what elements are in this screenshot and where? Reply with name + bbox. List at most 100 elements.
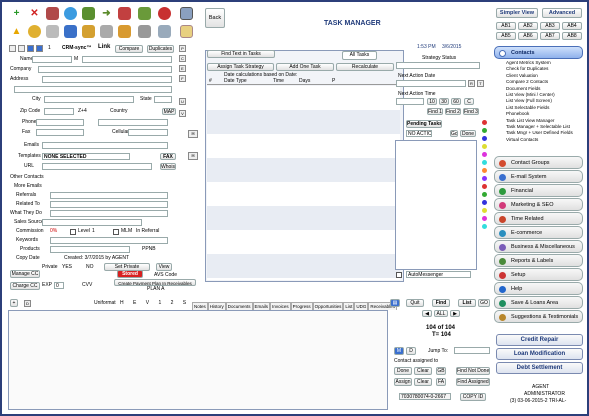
recalculate-button[interactable]: Recalculate xyxy=(336,63,394,71)
sidebar-contact-groups[interactable]: Contact Groups xyxy=(494,156,583,169)
zip-input[interactable] xyxy=(44,108,74,115)
level-checkbox[interactable] xyxy=(70,229,76,235)
nav-dot-i[interactable] xyxy=(482,184,487,189)
nav-dot-e[interactable] xyxy=(482,152,487,157)
m-button[interactable]: M xyxy=(394,347,404,355)
cubes-icon[interactable] xyxy=(118,7,131,20)
find-assigned-button[interactable]: Find Assigned xyxy=(456,378,490,386)
ab5-button[interactable]: AB5 xyxy=(496,32,516,40)
fax-button[interactable]: FAX xyxy=(160,153,176,160)
sidebar-financial[interactable]: Financial xyxy=(494,184,583,197)
sidebar-marketing[interactable]: Marketing & SEO xyxy=(494,198,583,211)
globe-icon[interactable] xyxy=(64,7,77,20)
save-icon[interactable] xyxy=(46,25,59,38)
nav-dot-c[interactable] xyxy=(482,136,487,141)
clear-2-button[interactable]: Clear xyxy=(414,378,432,386)
side-letter-p[interactable]: P xyxy=(179,45,186,52)
puzzle-icon[interactable] xyxy=(82,7,95,20)
document-icon[interactable] xyxy=(100,25,113,38)
settings-icon[interactable] xyxy=(138,25,151,38)
nav-dot-j[interactable] xyxy=(482,192,487,197)
task-table-body[interactable] xyxy=(207,86,400,280)
ab2-button[interactable]: AB2 xyxy=(518,22,538,30)
all-button[interactable]: ALL xyxy=(434,310,448,317)
link-label[interactable]: Link xyxy=(98,44,110,51)
nav-dot-n[interactable] xyxy=(482,224,487,229)
yes-label[interactable]: YES xyxy=(62,264,72,271)
d-button[interactable]: D xyxy=(406,347,416,355)
step-60-button[interactable]: 60 xyxy=(451,98,461,105)
company-input[interactable] xyxy=(38,66,172,73)
sidebar-business[interactable]: Business & Miscellaneous xyxy=(494,240,583,253)
cellular-input[interactable] xyxy=(128,129,168,136)
sidebar-help[interactable]: Help xyxy=(494,282,583,295)
tab-opportunities[interactable]: Opportunities xyxy=(312,302,344,310)
side-letter-f[interactable]: F xyxy=(179,75,186,82)
nav-dot-g[interactable] xyxy=(482,168,487,173)
sidebar-reports[interactable]: Reports & Labels xyxy=(494,254,583,267)
clear-button[interactable]: Clear xyxy=(414,367,432,375)
email-input[interactable] xyxy=(42,142,168,149)
create-payment-plan-button[interactable]: Create Payment Plan In Receivables xyxy=(114,279,196,286)
mail-icon[interactable] xyxy=(180,25,193,38)
copy-date-label[interactable]: Copy Date xyxy=(16,255,40,262)
go-button[interactable]: Go xyxy=(450,130,458,137)
done-assign-button[interactable]: Done xyxy=(394,367,412,375)
jump-to-input[interactable] xyxy=(454,347,490,354)
folder-icon[interactable] xyxy=(118,25,131,38)
tab-emails[interactable]: Emails xyxy=(252,302,271,310)
more-emails-label[interactable]: More Emails xyxy=(14,183,42,190)
sidebar-save-loans[interactable]: Save & Loans Area xyxy=(494,296,583,309)
calendar-icon[interactable] xyxy=(82,25,95,38)
city-input[interactable] xyxy=(44,96,134,103)
tab-history[interactable]: History xyxy=(207,302,226,310)
sidebar-email-system[interactable]: E-mail System xyxy=(494,170,583,183)
sidebar-contacts[interactable]: Contacts xyxy=(494,46,583,59)
address-input[interactable] xyxy=(42,76,172,83)
nav-dot-f[interactable] xyxy=(482,160,487,165)
side-letter-e[interactable]: E xyxy=(179,65,186,72)
next-button[interactable]: ▶ xyxy=(450,310,460,317)
nav-dot-m[interactable] xyxy=(482,216,487,221)
ab4-button[interactable]: AB4 xyxy=(562,22,582,30)
nav-dot-h[interactable] xyxy=(482,176,487,181)
d-small-button[interactable]: D xyxy=(24,300,31,307)
side-letter-c[interactable]: C xyxy=(179,55,186,62)
chat-icon[interactable] xyxy=(64,25,77,38)
delete-icon[interactable]: ✕ xyxy=(28,7,41,20)
nav-dot-k[interactable] xyxy=(482,200,487,205)
first-name-input[interactable] xyxy=(32,56,72,63)
submenu-virtual-contacts[interactable]: Virtual Contacts xyxy=(494,137,583,143)
related-to-input[interactable] xyxy=(50,201,168,208)
light-icon[interactable] xyxy=(28,25,41,38)
nav-dot-a[interactable] xyxy=(482,120,487,125)
tab-udg[interactable]: UDG xyxy=(354,302,369,310)
advanced-button[interactable]: Advanced xyxy=(542,8,582,18)
debt-settlement-button[interactable]: Debt Settlement xyxy=(496,362,583,374)
ab7-button[interactable]: AB7 xyxy=(540,32,560,40)
all-tasks-select[interactable]: All Tasks xyxy=(342,51,377,60)
record-icon[interactable] xyxy=(46,7,59,20)
next-icon[interactable]: ➜ xyxy=(100,7,113,20)
t-button[interactable]: T xyxy=(477,80,484,87)
step-30-button[interactable]: 30 xyxy=(439,98,449,105)
no-label[interactable]: NO xyxy=(86,264,94,271)
no-action-select[interactable]: NO ACTION xyxy=(406,130,432,137)
products-input[interactable] xyxy=(50,246,130,253)
c-button[interactable]: C xyxy=(464,98,474,105)
back-button[interactable]: Back xyxy=(205,8,225,28)
warning-icon[interactable]: ▲ xyxy=(10,25,23,38)
duplicates-button[interactable]: Duplicates xyxy=(147,45,174,53)
add-small-button[interactable]: + xyxy=(10,299,18,307)
strategy-status-select[interactable] xyxy=(396,62,480,69)
url-input[interactable] xyxy=(42,163,152,170)
pending-list[interactable] xyxy=(395,140,477,270)
nav-dot-d[interactable] xyxy=(482,144,487,149)
sidebar-time-related[interactable]: Time Related xyxy=(494,212,583,225)
done-button[interactable]: Done xyxy=(460,130,476,137)
side-letter-u[interactable]: U xyxy=(179,98,186,105)
exp-input[interactable]: 0 xyxy=(54,282,64,289)
ab3-button[interactable]: AB3 xyxy=(540,22,560,30)
templates-select[interactable]: NONE SELECTED xyxy=(42,153,130,160)
automessenger-checkbox[interactable] xyxy=(396,272,402,278)
